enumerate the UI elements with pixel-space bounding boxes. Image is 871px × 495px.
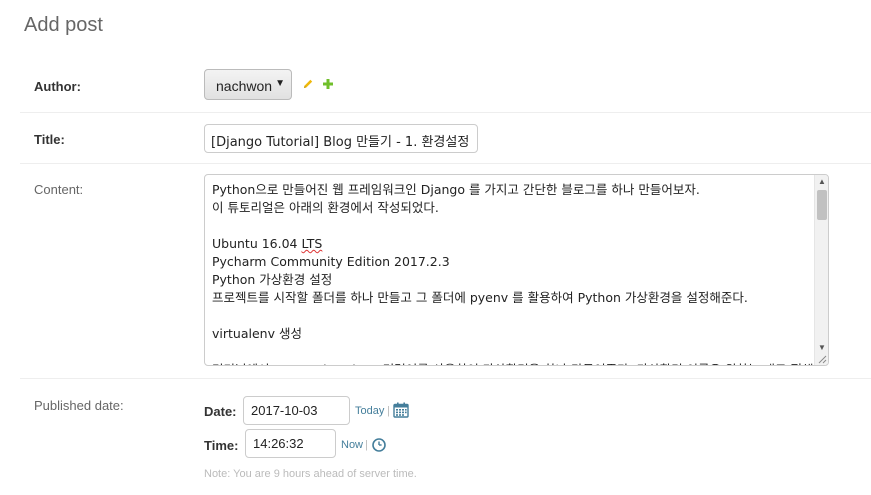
plus-icon[interactable] bbox=[322, 78, 334, 90]
pencil-icon[interactable] bbox=[302, 78, 314, 90]
time-label: Time: bbox=[204, 438, 239, 453]
row-divider bbox=[20, 112, 871, 113]
content-line bbox=[212, 307, 812, 325]
content-line bbox=[212, 343, 812, 361]
content-line: 프로젝트를 시작할 폴더를 하나 만들고 그 폴더에 pyenv 를 활용하여 … bbox=[212, 290, 748, 305]
row-divider bbox=[20, 163, 871, 164]
scroll-down-icon[interactable]: ▼ bbox=[815, 341, 828, 355]
date-label: Date: bbox=[204, 404, 237, 419]
content-line: Pycharm Community Edition 2017.2.3 bbox=[212, 254, 450, 269]
timezone-help-text: Note: You are 9 hours ahead of server ti… bbox=[204, 468, 417, 480]
author-label: Author: bbox=[34, 79, 81, 94]
link-separator: | bbox=[365, 439, 368, 451]
scroll-up-icon[interactable]: ▲ bbox=[815, 175, 828, 189]
content-line: Ubuntu 16.04 LTS bbox=[212, 236, 323, 251]
row-divider bbox=[20, 378, 871, 379]
content-textarea[interactable]: Python으로 만들어진 웹 프레임워크인 Django 를 가지고 간단한 … bbox=[204, 174, 829, 366]
clock-icon[interactable] bbox=[372, 438, 386, 452]
page-title: Add post bbox=[24, 14, 103, 36]
title-label: Title: bbox=[34, 132, 65, 147]
content-line bbox=[212, 217, 812, 235]
author-select[interactable]: nachwon ▼ bbox=[204, 69, 292, 100]
content-line: Python 가상환경 설정 bbox=[212, 272, 333, 287]
now-link[interactable]: Now bbox=[341, 439, 363, 451]
content-scrollbar[interactable]: ▲ ▼ bbox=[814, 175, 828, 365]
content-line: virtualenv 생성 bbox=[212, 326, 302, 341]
resize-grip-icon[interactable] bbox=[817, 354, 827, 364]
spellcheck-word: LTS bbox=[301, 236, 323, 251]
content-line: 이 튜토리얼은 아래의 환경에서 작성되었다. bbox=[212, 200, 439, 215]
link-separator: | bbox=[387, 405, 390, 417]
published-date-label: Published date: bbox=[34, 398, 124, 413]
title-input[interactable]: [Django Tutorial] Blog 만들기 - 1. 환경설정 bbox=[204, 124, 478, 153]
calendar-icon[interactable] bbox=[393, 402, 409, 418]
content-line: Python으로 만들어진 웹 프레임워크인 Django 를 가지고 간단한 … bbox=[212, 182, 700, 197]
author-selected-value: nachwon bbox=[216, 78, 273, 94]
content-text: Python으로 만들어진 웹 프레임워크인 Django 를 가지고 간단한 … bbox=[212, 181, 828, 365]
chevron-down-icon: ▼ bbox=[275, 78, 285, 89]
today-link[interactable]: Today bbox=[355, 405, 384, 417]
scroll-thumb[interactable] bbox=[817, 190, 827, 220]
date-input[interactable]: 2017-10-03 bbox=[243, 396, 350, 425]
content-label: Content: bbox=[34, 182, 84, 197]
content-line: 터미널에서 pyenv virtualenv 명령어를 사용하여 가상환경을 하… bbox=[212, 361, 828, 365]
time-input[interactable]: 14:26:32 bbox=[245, 429, 336, 458]
